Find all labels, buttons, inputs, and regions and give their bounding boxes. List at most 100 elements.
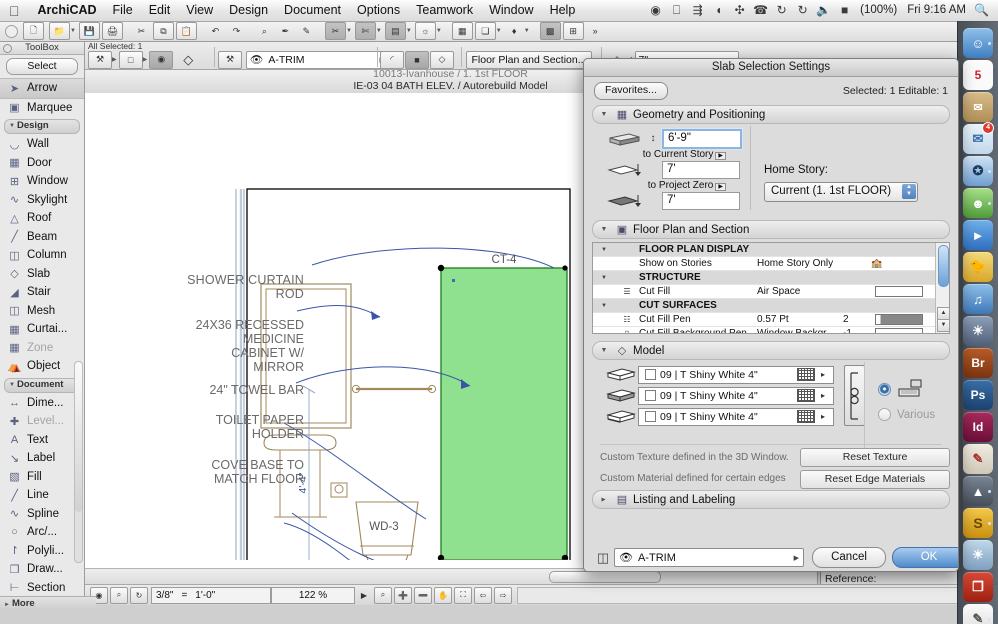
tool-curtain-wall[interactable]: ▦Curtai... (0, 320, 84, 339)
tool-arc[interactable]: ○Arc/... (0, 523, 84, 542)
dock-item-itunes[interactable]: ♫ (963, 284, 993, 314)
dock-item-finder[interactable]: ☺ (963, 28, 993, 58)
fill-dropdown-icon[interactable]: ▼ (406, 28, 412, 34)
rebuild-icon[interactable]: ↻ (130, 587, 148, 604)
redo-icon[interactable]: ↷ (227, 23, 246, 39)
section-model-header[interactable]: ▼ ◇ Model (592, 341, 950, 360)
copy-icon[interactable]: ⧉ (153, 22, 174, 40)
print-document-icon[interactable]: 🖨 (102, 22, 123, 40)
menu-teamwork[interactable]: Teamwork (408, 0, 481, 21)
tool-section[interactable]: ⊢Section (0, 579, 84, 598)
home-story-stepper-icon[interactable]: ▲▼ (902, 184, 916, 199)
pan-icon[interactable]: ✋ (434, 587, 452, 604)
toolbox-group-design[interactable]: Design (4, 119, 80, 134)
dialog-title-bar[interactable]: Slab Selection Settings (584, 59, 958, 77)
tool-skylight[interactable]: ∿Skylight (0, 191, 84, 210)
menu-window[interactable]: Window (481, 0, 541, 21)
list-item-row[interactable]: ☷ Cut Fill Pen 0.57 Pt 2 (593, 313, 949, 327)
tool-zone[interactable]: ▦Zone (0, 339, 84, 358)
trim-icon[interactable]: ✂ (325, 22, 346, 40)
floorplan-property-list[interactable]: ▼ FLOOR PLAN DISPLAY Show on Stories Hom… (592, 242, 950, 334)
toolbar-handle[interactable] (5, 25, 18, 38)
menu-help[interactable]: Help (542, 0, 584, 21)
dock-item-photos[interactable]: ☀ (963, 316, 993, 346)
zoom-in-out-icon[interactable]: ⌕ (374, 587, 392, 604)
story-icon[interactable]: 🏫 (871, 258, 882, 269)
zoom-in-icon[interactable]: ➕ (394, 587, 412, 604)
tool-text[interactable]: AText (0, 431, 84, 450)
menu-view[interactable]: View (178, 0, 221, 21)
split-dropdown-icon[interactable]: ▼ (376, 28, 382, 34)
list-group-row[interactable]: ▼ STRUCTURE (593, 271, 949, 285)
sun-settings-icon[interactable]: ☼ (415, 22, 436, 40)
material-side-popup-icon[interactable]: ▸ (815, 391, 831, 400)
next-zoom-icon[interactable]: ⇨ (494, 587, 512, 604)
layers-dropdown-icon[interactable]: ▼ (496, 28, 502, 34)
dock-item-mail[interactable]: ✉4 (963, 124, 993, 154)
material-texture-icon[interactable] (797, 410, 815, 423)
chevron-right-icon[interactable]: ▼ (601, 493, 608, 507)
grid-icon[interactable]: ⊞ (563, 22, 584, 40)
geometry-method-polygon[interactable]: ◜ (380, 51, 404, 69)
edge-option-various-radio[interactable] (878, 408, 891, 421)
scrollbar-thumb[interactable] (938, 245, 949, 287)
pen-icon[interactable]: ♦ (505, 23, 524, 39)
chevron-down-icon[interactable]: ▼ (597, 347, 611, 354)
dropbox-icon[interactable]: ◉ (645, 0, 666, 21)
dock-item-office[interactable]: ❐ (963, 572, 993, 602)
info-settings-icon[interactable]: ⚒ (88, 51, 112, 69)
spotlight-search-icon[interactable]: 🔍 (971, 0, 992, 21)
volume-icon[interactable]: 🔈 (813, 0, 834, 21)
tool-marquee[interactable]: ▣ Marquee (0, 99, 84, 118)
material-link-toggle[interactable] (844, 365, 865, 426)
trim-dropdown-icon[interactable]: ▼ (346, 28, 352, 34)
material-bottom-field[interactable]: 09 | T Shiny White 4" ▸ (638, 408, 834, 426)
layer-caret-icon[interactable]: ▶ (794, 554, 799, 562)
material-top-field[interactable]: 09 | T Shiny White 4" ▸ (638, 366, 834, 384)
zoom-dropdown-icon[interactable]: ▶ (356, 588, 372, 603)
info-view-settings-button[interactable]: Floor Plan and Section... (466, 51, 592, 69)
edge-option-custom[interactable] (878, 378, 925, 401)
3d-window-icon[interactable]: ▩ (540, 22, 561, 40)
toolbox-group-document[interactable]: Document (4, 378, 80, 393)
tool-polyline[interactable]: ↾Polyli... (0, 542, 84, 561)
cut-icon[interactable]: ✂ (132, 23, 151, 39)
tool-stair[interactable]: ◢Stair (0, 283, 84, 302)
paste-icon[interactable]: 📋 (176, 22, 197, 40)
dock-item-sketchup[interactable]: ✎ (963, 444, 993, 474)
row-swatch[interactable] (875, 314, 923, 325)
detail-level-icon[interactable]: ⌕ (110, 587, 128, 604)
sun-dropdown-icon[interactable]: ▼ (436, 28, 442, 34)
dock-item-adobe-bridge[interactable]: Br (963, 348, 993, 378)
toolbox-select-header[interactable]: Select (6, 58, 78, 75)
zoom-out-icon[interactable]: ➖ (414, 587, 432, 604)
previous-zoom-icon[interactable]: ⇦ (474, 587, 492, 604)
property-list-scrollbar[interactable]: ▲ ▼ (935, 243, 949, 333)
battery-icon[interactable]: ■ (834, 0, 855, 21)
tool-label[interactable]: ↘Label (0, 449, 84, 468)
dock-item-duck[interactable]: 🐤 (963, 252, 993, 282)
material-side-field[interactable]: 09 | T Shiny White 4" ▸ (638, 387, 834, 405)
info-settings-caret-icon[interactable]: ▶ (112, 56, 117, 63)
timemachine-icon[interactable]: ↻ (771, 0, 792, 21)
train-icon[interactable]: ⎕ (666, 0, 687, 21)
menu-document[interactable]: Document (276, 0, 349, 21)
chevron-down-icon[interactable]: ▼ (597, 226, 611, 233)
dock-item-adobe-photoshop[interactable]: Ps (963, 380, 993, 410)
tool-door[interactable]: ▦Door (0, 154, 84, 173)
tool-column[interactable]: ◫Column (0, 246, 84, 265)
list-item-row[interactable]: ☰ Cut Fill Air Space (593, 285, 949, 299)
edge-option-custom-radio[interactable] (878, 383, 891, 396)
row-swatch[interactable] (875, 286, 923, 297)
slab-thickness-input[interactable]: 6'-9" (662, 129, 742, 149)
list-item-row[interactable]: ▯ Cut Fill Background Pen Window Backgr.… (593, 327, 949, 334)
material-side-checkbox[interactable] (645, 390, 656, 401)
ok-button[interactable]: OK (892, 547, 959, 568)
phone-icon[interactable]: ☎ (750, 0, 771, 21)
dialog-layer-select[interactable]: 👁 A-TRIM ▶ (614, 548, 804, 567)
reset-texture-button[interactable]: Reset Texture (800, 448, 950, 467)
toolbar-overflow-icon[interactable]: » (586, 23, 605, 39)
tool-level-dimension[interactable]: ✚Level... (0, 412, 84, 431)
chevron-down-icon[interactable]: ▼ (597, 111, 611, 118)
eyedropper-icon[interactable]: ✒ (276, 23, 295, 39)
